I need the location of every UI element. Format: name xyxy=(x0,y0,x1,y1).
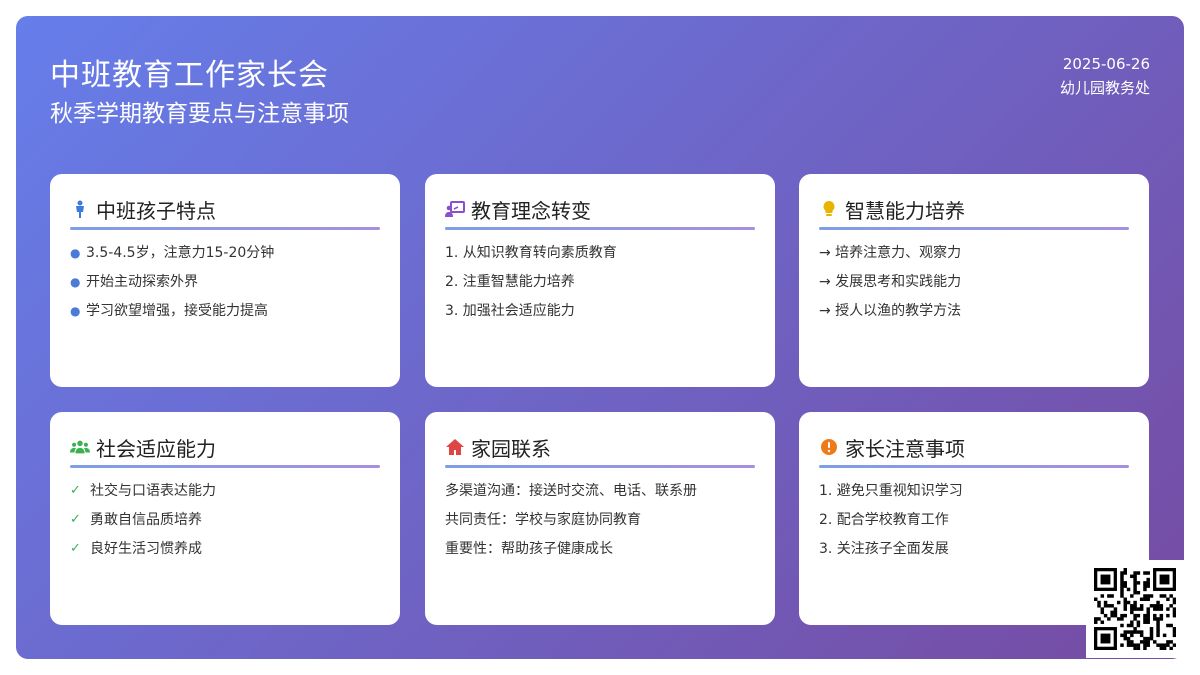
card-divider xyxy=(445,227,755,230)
list-item: 2. 注重智慧能力培养 xyxy=(445,274,575,290)
users-icon xyxy=(70,437,90,457)
card-divider xyxy=(819,465,1129,468)
page-subtitle: 秋季学期教育要点与注意事项 xyxy=(50,101,349,127)
list-item: → 培养注意力、观察力 xyxy=(819,245,962,261)
card-divider xyxy=(70,465,380,468)
card-divider xyxy=(445,465,755,468)
organizer: 幼儿园教务处 xyxy=(1059,79,1150,97)
card-title: 家长注意事项 xyxy=(845,436,965,461)
slide-background: 中班教育工作家长会 秋季学期教育要点与注意事项 2025-06-26 幼儿园教务… xyxy=(16,16,1184,659)
header-meta: 2025-06-26 幼儿园教务处 xyxy=(1060,52,1150,100)
qr-code xyxy=(1086,560,1184,658)
card-title: 社会适应能力 xyxy=(96,436,216,461)
list-item: 1. 避免只重视知识学习 xyxy=(819,483,963,499)
list-item: 2. 配合学校教育工作 xyxy=(819,512,949,528)
list-item: 重要性：帮助孩子健康成长 xyxy=(445,541,613,557)
list-item: ● 开始主动探索外界 xyxy=(70,274,198,290)
meeting-date: 2025-06-26 xyxy=(1062,55,1150,73)
page-title: 中班教育工作家长会 xyxy=(50,58,329,93)
check-icon: ✓ xyxy=(70,512,81,527)
card-title: 家园联系 xyxy=(471,436,551,461)
card-education-philosophy: 教育理念转变 1. 从知识教育转向素质教育 2. 注重智慧能力培养 3. 加强社… xyxy=(425,174,775,387)
card-child-traits: 中班孩子特点 ● 3.5-4.5岁，注意力15-20分钟 ● 开始主动探索外界 ● 学… xyxy=(50,174,400,387)
card-title: 教育理念转变 xyxy=(471,198,591,223)
list-item: 共同责任：学校与家庭协同教育 xyxy=(445,512,641,528)
card-title: 中班孩子特点 xyxy=(96,198,216,223)
child-icon xyxy=(70,199,90,219)
lightbulb-icon xyxy=(819,199,839,219)
alert-icon xyxy=(819,437,839,457)
list-item: ✓ 良好生活习惯养成 xyxy=(70,537,380,566)
qr-code-icon xyxy=(1094,568,1177,651)
card-title: 智慧能力培养 xyxy=(845,198,965,223)
list-item: ✓ 勇敢自信品质培养 xyxy=(70,508,380,537)
card-wisdom-ability: 智慧能力培养 → 培养注意力、观察力 → 发展思考和实践能力 → 授人以渔的教学… xyxy=(799,174,1149,387)
list-item: ✓ 社交与口语表达能力 xyxy=(70,479,380,508)
card-social-adaptation: 社会适应能力 ✓ 社交与口语表达能力 ✓ 勇敢自信品质培养 ✓ 良好生活习惯养成 xyxy=(50,412,400,625)
card-home-school: 家园联系 多渠道沟通：接送时交流、电话、联系册 共同责任：学校与家庭协同教育 重… xyxy=(425,412,775,625)
list-item: ● 学习欲望增强，接受能力提高 xyxy=(70,303,268,319)
card-divider xyxy=(819,227,1129,230)
list-item: 3. 加强社会适应能力 xyxy=(445,303,575,319)
card-divider xyxy=(70,227,380,230)
teacher-board-icon xyxy=(445,199,465,219)
list-item: ● 3.5-4.5岁，注意力15-20分钟 xyxy=(70,245,275,261)
home-icon xyxy=(445,437,465,457)
list-item: → 授人以渔的教学方法 xyxy=(819,303,962,319)
check-icon: ✓ xyxy=(70,483,81,498)
list-item: → 发展思考和实践能力 xyxy=(819,274,962,290)
list-item: 1. 从知识教育转向素质教育 xyxy=(445,245,617,261)
check-icon: ✓ xyxy=(70,541,81,556)
list-item: 多渠道沟通：接送时交流、电话、联系册 xyxy=(445,483,697,499)
list-item: 3. 关注孩子全面发展 xyxy=(819,541,949,557)
